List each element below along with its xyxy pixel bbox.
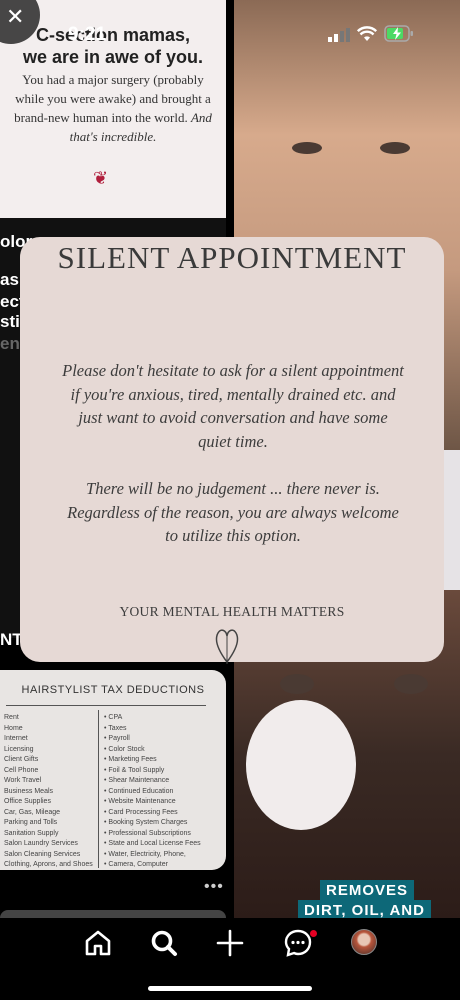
close-icon: ✕ [6, 4, 25, 29]
tax-list-item: Parking and Tolls [4, 819, 58, 826]
tax-card-title: HAIRSTYLIST TAX DEDUCTIONS [21, 684, 205, 696]
tax-list-item: Rent [4, 714, 19, 721]
status-bar: 9:21 [0, 0, 460, 60]
modal-footer-text: YOUR MENTAL HEALTH MATTERS [119, 604, 345, 619]
tax-list-item: • Professional Subscriptions [104, 829, 191, 837]
tax-list-item: Home [4, 724, 23, 732]
brand-logo-icon: ❦ [93, 168, 109, 188]
tax-list-item: Office Supplies [4, 798, 51, 805]
tax-left-list: Rent Home Internet Licensing Client Gifts Cel… [4, 713, 98, 871]
create-icon[interactable] [214, 927, 246, 959]
tax-list-item: • Card Processing Fees [104, 808, 178, 816]
divider [98, 710, 99, 868]
tax-list-item: • Color Stock [104, 745, 145, 753]
tax-list-item: Cell Phone [4, 766, 39, 774]
tax-right-list: • CPA • Taxes • Payroll • Color Stock • Mark… [104, 713, 226, 871]
battery-charging-icon [384, 25, 413, 42]
tax-list-item: • Camera, Computer [104, 861, 168, 868]
tax-list-item: Sanitation Supply [4, 829, 59, 837]
tax-list-item: Car, Gas, Mileage [4, 808, 61, 816]
tax-list-item: • CPA [104, 714, 123, 721]
notification-dot [310, 930, 317, 937]
modal-paragraph-1: Please don't hesitate to ask for a silen… [62, 361, 404, 451]
divider [6, 705, 206, 706]
tax-list-item: • Foil & Tool Supply [104, 766, 165, 774]
pin-body: You had a major surgery (probably while … [14, 72, 212, 144]
pin-text-fragment: as [0, 270, 19, 289]
wifi-icon [357, 26, 377, 41]
tax-list-item: Salon Laundry Services [4, 840, 78, 847]
tax-list-item: • Website Maintenance [104, 798, 176, 805]
tax-list-item: Client Gifts [4, 756, 39, 763]
tax-list-item: Business Meals [4, 787, 54, 795]
profile-avatar[interactable] [351, 929, 377, 955]
tax-list-item: • Taxes [104, 724, 127, 732]
modal-title: SILENT APPOINTMENT [57, 240, 407, 275]
tax-list-item: • Continued Education [104, 787, 174, 795]
home-indicator[interactable] [148, 986, 312, 991]
tax-list-item: Clothing, Aprons, and Shoes [4, 861, 93, 868]
tax-list-item: Salon Cleaning Services [4, 850, 81, 858]
tax-list-item: • Payroll [104, 735, 130, 742]
more-options-icon[interactable]: ••• [204, 878, 224, 896]
tax-list-item: • Marketing Fees [104, 756, 157, 763]
tax-list-item: Work Travel [4, 777, 42, 784]
tax-list-item: • Water, Electricity, Phone, [104, 850, 186, 858]
ad-badge-line1: REMOVES [320, 880, 415, 901]
pin-text-fragment: sti [0, 312, 20, 331]
heart-icon [215, 629, 239, 664]
cotton-pad-image [246, 700, 356, 830]
tax-list-item: Licensing [4, 745, 34, 753]
tax-list-item: • State and Local License Fees [104, 840, 201, 847]
tax-list-item: Internet [4, 735, 28, 742]
search-icon[interactable] [148, 927, 180, 959]
modal-paragraph-2: There will be no judgement ... there nev… [67, 479, 399, 545]
home-icon[interactable] [82, 927, 114, 959]
cellular-signal-icon [328, 28, 350, 42]
tax-list-item: • Booking System Charges [104, 819, 188, 826]
status-time: 9:21 [68, 24, 107, 45]
tax-list-item: • Shear Maintenance [104, 777, 170, 784]
